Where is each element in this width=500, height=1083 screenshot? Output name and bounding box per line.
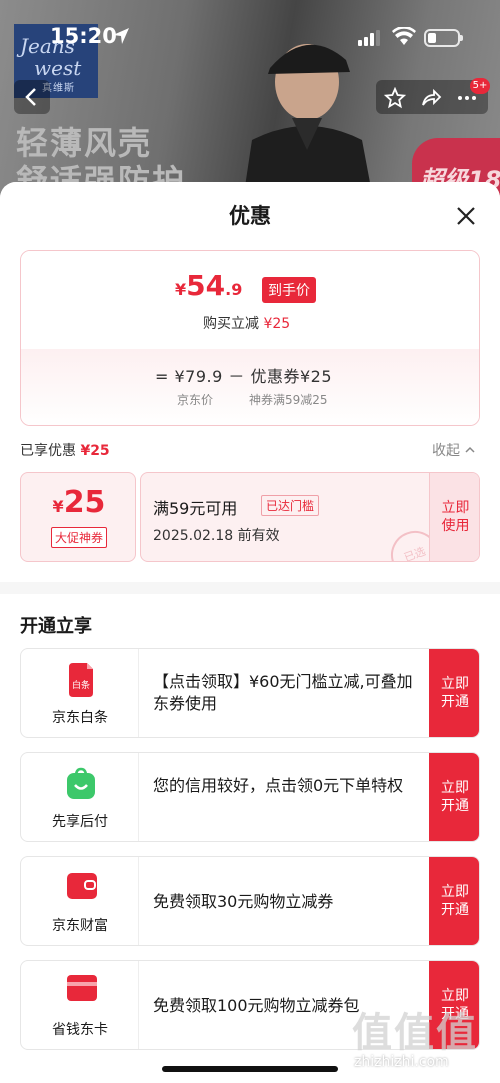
service-row-baitiao[interactable]: 白条 京东白条 【点击领取】¥60无门槛立减,可叠加东券使用 立即 开通 [20, 648, 480, 738]
service-row-wealth[interactable]: 京东财富 免费领取30元购物立减券 立即 开通 [20, 856, 480, 946]
open-now-button[interactable]: 立即 开通 [429, 649, 479, 737]
battery-icon [424, 29, 463, 47]
direct-cut: 购买立减 ¥25 [203, 316, 291, 332]
threshold-reached-tag: 已达门槛 [261, 495, 320, 516]
share-icon[interactable] [420, 87, 442, 109]
price-formula: = ¥79.9 － 优惠券¥25 [155, 367, 333, 386]
wifi-icon [392, 27, 416, 45]
coupon-condition: 满59元可用 [153, 499, 238, 518]
jd-price-label: 京东价 [177, 393, 214, 407]
baitiao-icon: 白条 [69, 663, 93, 697]
coupon-amount: ¥25 [52, 485, 106, 520]
service-name: 京东白条 [52, 710, 108, 726]
message-count-badge: 5+ [470, 78, 490, 94]
section-title: 开通立享 [20, 616, 92, 637]
svg-text:白条: 白条 [72, 679, 90, 691]
chevron-up-icon [465, 446, 475, 453]
service-name: 京东财富 [52, 918, 108, 934]
wallet-icon [67, 873, 97, 899]
site-watermark: 值值值 zhizhizhi.com [352, 1010, 478, 1070]
status-bar: 15:20 [0, 0, 500, 74]
close-icon[interactable] [452, 202, 480, 230]
final-price: ¥54.9 [175, 269, 243, 302]
coupon-type-tag: 大促神券 [51, 527, 108, 548]
cellular-signal-icon [358, 30, 380, 46]
status-time: 15:20 [50, 24, 117, 48]
service-row-pay-later[interactable]: 先享后付 您的信用较好，点击领0元下单特权 立即 开通 [20, 752, 480, 842]
favorite-star-icon[interactable] [384, 87, 406, 109]
service-name: 先享后付 [52, 814, 108, 830]
location-arrow-icon [113, 28, 129, 44]
collapse-toggle[interactable]: 收起 [432, 440, 476, 460]
price-card: ¥54.9 到手价 购买立减 ¥25 = ¥79.9 － 优惠券¥25 京东价 … [20, 250, 480, 426]
service-name: 省钱东卡 [52, 1022, 108, 1038]
card-icon [67, 975, 97, 1001]
sheet-title: 优惠 [229, 204, 271, 228]
service-desc: 您的信用较好，点击领0元下单特权 [153, 776, 404, 795]
back-button[interactable] [14, 80, 50, 114]
service-desc: 【点击领取】¥60无门槛立减,可叠加东券使用 [153, 672, 413, 713]
chevron-left-icon [25, 88, 36, 106]
final-price-tag: 到手价 [262, 277, 316, 303]
coupon-amount-panel: ¥25 大促神券 [20, 472, 136, 562]
bag-icon [67, 767, 95, 799]
coupon-card: ¥25 大促神券 满59元可用 已达门槛 2025.02.18 前有效 已选 立… [20, 472, 480, 562]
open-now-button[interactable]: 立即 开通 [429, 753, 479, 841]
coupon-rule-label: 神券满59减25 [249, 393, 328, 407]
coupon-expiry: 2025.02.18 前有效 [153, 528, 280, 544]
collapse-label: 收起 [432, 443, 460, 459]
enjoyed-discount: 已享优惠 ¥25 [20, 443, 110, 459]
open-now-button[interactable]: 立即 开通 [429, 857, 479, 945]
discount-sheet: 优惠 ¥54.9 到手价 购买立减 ¥25 = ¥79.9 － 优惠券¥25 京… [0, 182, 500, 1083]
home-indicator[interactable] [162, 1066, 338, 1072]
coupon-detail-panel: 满59元可用 已达门槛 2025.02.18 前有效 已选 立即 使用 [140, 472, 480, 562]
use-coupon-button[interactable]: 立即 使用 [429, 473, 479, 561]
service-desc: 免费领取30元购物立减券 [153, 892, 334, 911]
